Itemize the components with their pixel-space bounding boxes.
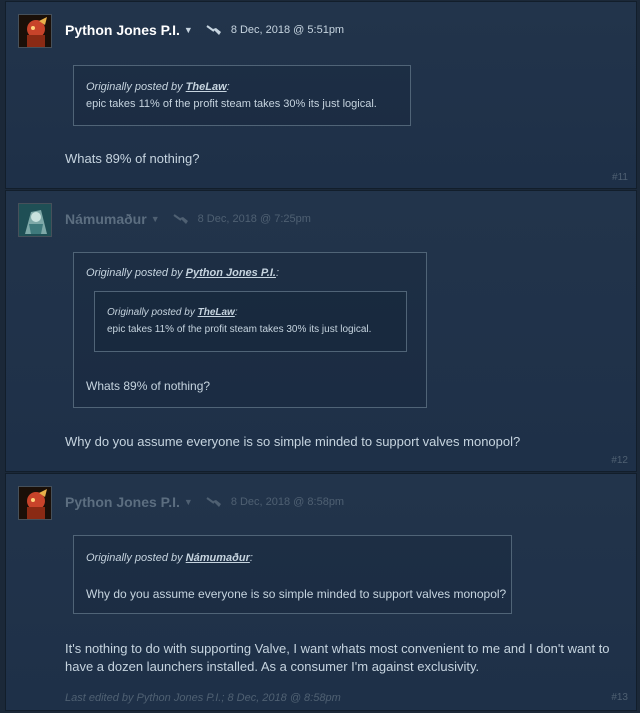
post-number[interactable]: #13 bbox=[611, 692, 628, 703]
quote-prefix: Originally posted by bbox=[107, 307, 195, 318]
chevron-down-icon[interactable]: ▼ bbox=[184, 25, 193, 35]
quote-text: Why do you assume everyone is so simple … bbox=[86, 587, 507, 601]
post-date: 8 Dec, 2018 @ 5:51pm bbox=[230, 24, 345, 36]
post-number[interactable]: #12 bbox=[611, 455, 628, 466]
quote-text: epic takes 11% of the profit steam takes… bbox=[107, 324, 372, 335]
avatar[interactable] bbox=[18, 486, 52, 520]
quote-block: Originally posted by Python Jones P.I.: … bbox=[73, 252, 427, 408]
post-12: Námumaður ▼ 8 Dec, 2018 @ 7:25pm Origina… bbox=[5, 190, 637, 472]
quote-author-link[interactable]: Námumaður bbox=[186, 552, 250, 564]
post-date: 8 Dec, 2018 @ 7:25pm bbox=[197, 213, 311, 225]
edited-note: Last edited by Python Jones P.I.; 8 Dec,… bbox=[65, 692, 341, 704]
quote-prefix: Originally posted by bbox=[86, 552, 183, 564]
author-name[interactable]: Python Jones P.I. bbox=[65, 22, 180, 38]
post-body-line-1: It's nothing to do with supporting Valve… bbox=[65, 641, 610, 656]
quote-block: Originally posted by Námumaður: Why do y… bbox=[73, 535, 512, 614]
post-11: Python Jones P.I. ▼ 8 Dec, 2018 @ 5:51pm… bbox=[5, 1, 637, 189]
quote-author-link[interactable]: Python Jones P.I. bbox=[186, 267, 276, 279]
broom-badge-icon bbox=[206, 25, 221, 35]
quote-text: epic takes 11% of the profit steam takes… bbox=[86, 98, 377, 110]
avatar[interactable] bbox=[18, 14, 52, 48]
quote-prefix: Originally posted by bbox=[86, 267, 183, 279]
post-body: Whats 89% of nothing? bbox=[65, 151, 200, 166]
quote-author-line: Originally posted by Námumaður: bbox=[86, 552, 253, 564]
broom-badge-icon bbox=[173, 214, 188, 224]
quote-prefix: Originally posted by bbox=[86, 81, 183, 93]
quote-author-link[interactable]: TheLaw bbox=[198, 307, 235, 318]
post-body-line-2: have a dozen launchers installed. As a c… bbox=[65, 659, 480, 674]
post-number[interactable]: #11 bbox=[612, 172, 628, 183]
quote-author-link[interactable]: TheLaw bbox=[186, 81, 227, 93]
quote-author-line: Originally posted by TheLaw: bbox=[86, 81, 230, 93]
quote-block: Originally posted by TheLaw: epic takes … bbox=[73, 65, 411, 126]
nested-quote-block: Originally posted by TheLaw: epic takes … bbox=[94, 291, 407, 352]
post-13: Python Jones P.I. ▼ 8 Dec, 2018 @ 8:58pm… bbox=[5, 473, 637, 711]
chevron-down-icon[interactable]: ▼ bbox=[184, 497, 193, 507]
broom-badge-icon bbox=[206, 497, 221, 507]
quote-text: Whats 89% of nothing? bbox=[86, 379, 211, 393]
chevron-down-icon[interactable]: ▼ bbox=[151, 214, 160, 224]
post-body: Why do you assume everyone is so simple … bbox=[65, 434, 521, 449]
author-name[interactable]: Python Jones P.I. bbox=[65, 494, 180, 510]
avatar[interactable] bbox=[18, 203, 52, 237]
post-date: 8 Dec, 2018 @ 8:58pm bbox=[230, 496, 345, 508]
author-name[interactable]: Námumaður bbox=[65, 211, 147, 227]
quote-author-line: Originally posted by Python Jones P.I.: bbox=[86, 267, 280, 279]
quote-author-line: Originally posted by TheLaw: bbox=[107, 307, 238, 318]
